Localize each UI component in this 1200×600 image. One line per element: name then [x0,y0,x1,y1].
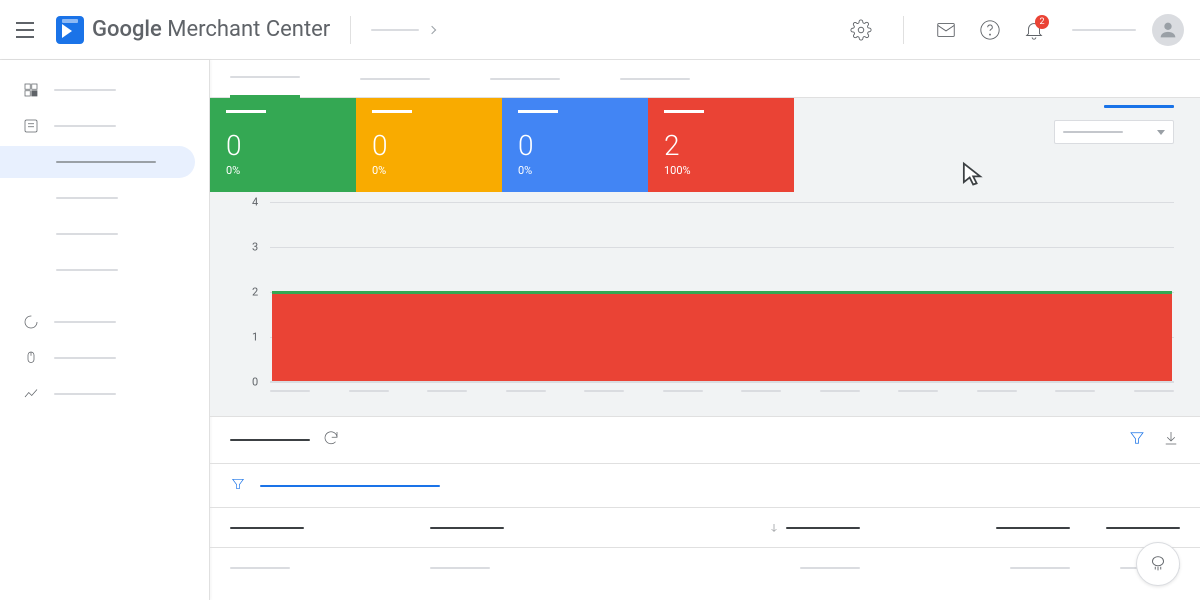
sidebar [0,60,210,600]
y-axis-tick: 1 [252,331,258,344]
th-col-4[interactable] [1070,527,1180,529]
app-title-bold: Google [92,17,162,42]
card-value: 2 [664,129,778,162]
app-title: Google Merchant Center [92,17,330,42]
notification-badge: 2 [1035,15,1049,29]
sort-down-icon [768,522,780,534]
account-label[interactable] [1072,29,1136,31]
chevron-down-icon [1157,130,1165,135]
sidebar-item-0[interactable] [0,74,209,106]
table-section [210,416,1200,587]
merchant-center-logo-icon [56,16,84,44]
metrics-panel: 0 0% 0 0% 0 0% 2 100% [210,98,1200,416]
chart-control-link[interactable] [1104,105,1174,108]
card-expiring[interactable]: 0 0% [502,98,648,192]
table-title [230,439,310,441]
tab-0[interactable] [230,60,300,98]
card-pct: 100% [664,164,778,177]
sidebar-item-4[interactable] [0,378,209,410]
help-icon[interactable] [978,18,1002,42]
th-col-2[interactable] [630,522,860,534]
card-value: 0 [372,129,486,162]
filter-text[interactable] [260,485,440,487]
divider [350,16,351,44]
sidebar-subitem-0[interactable] [0,182,209,214]
settings-icon[interactable] [849,18,873,42]
sidebar-subitem-2[interactable] [0,254,209,286]
card-active[interactable]: 0 0% [210,98,356,192]
y-axis-tick: 2 [252,286,258,299]
download-icon[interactable] [1162,429,1180,451]
table-toolbar [210,417,1200,463]
th-col-0[interactable] [230,527,430,529]
y-axis-tick: 4 [252,196,258,209]
breadcrumb[interactable] [371,29,419,31]
app-header: Google Merchant Center 2 [0,0,1200,60]
card-disapproved[interactable]: 2 100% [648,98,794,192]
card-pct: 0% [226,164,340,177]
sidebar-item-2[interactable] [0,306,209,338]
filter-icon[interactable] [230,476,246,496]
chart-controls [1054,105,1174,144]
th-col-1[interactable] [430,527,630,529]
tab-1[interactable] [360,60,430,98]
sidebar-subitem-active[interactable] [0,146,195,178]
status-chart: 0 1 2 3 4 [210,192,1200,416]
tabs [210,60,1200,98]
notifications-icon[interactable]: 2 [1022,18,1046,42]
circle-icon [22,313,40,331]
chevron-right-icon [428,25,436,33]
y-axis-tick: 0 [252,376,258,389]
chart-select[interactable] [1054,120,1174,144]
mouse-icon [22,349,40,367]
sidebar-item-1[interactable] [0,110,209,142]
table-header [210,507,1200,547]
list-icon [22,117,40,135]
card-value: 0 [226,129,340,162]
feedback-fab[interactable] [1136,542,1180,586]
app-title-rest: Merchant Center [162,17,330,42]
dashboard-icon [22,81,40,99]
card-value: 0 [518,129,632,162]
refresh-icon[interactable] [322,429,340,451]
y-axis-tick: 3 [252,241,258,254]
avatar[interactable] [1152,14,1184,46]
divider [903,16,904,44]
card-pct: 0% [518,164,632,177]
filter-row [210,463,1200,507]
sidebar-item-3[interactable] [0,342,209,374]
sidebar-subitem-1[interactable] [0,218,209,250]
content-area: 0 0% 0 0% 0 0% 2 100% [210,60,1200,600]
th-col-3[interactable] [860,527,1070,529]
table-row[interactable] [210,547,1200,587]
mail-icon[interactable] [934,18,958,42]
menu-icon[interactable] [16,18,40,42]
card-pending[interactable]: 0 0% [356,98,502,192]
filter-icon[interactable] [1128,429,1146,451]
status-cards: 0 0% 0 0% 0 0% 2 100% [210,98,1200,192]
analytics-icon [22,385,40,403]
tab-3[interactable] [620,60,690,98]
card-pct: 0% [372,164,486,177]
tab-2[interactable] [490,60,560,98]
